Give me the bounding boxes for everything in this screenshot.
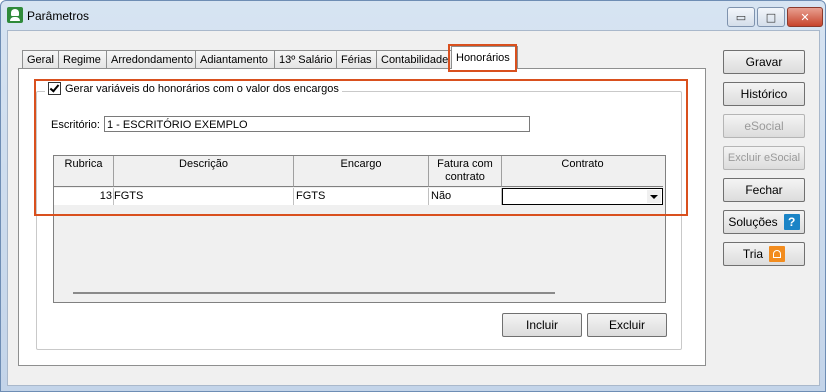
tab-adiantamento[interactable]: Adiantamento xyxy=(195,50,275,69)
horizontal-scrollbar[interactable] xyxy=(73,292,555,294)
maximize-icon: □ xyxy=(765,10,777,24)
column-header-descricao[interactable]: Descrição xyxy=(114,156,294,187)
tria-icon xyxy=(769,246,786,262)
app-icon xyxy=(7,7,23,23)
window-title: Parâmetros xyxy=(27,9,90,23)
contrato-dropdown[interactable] xyxy=(502,188,663,205)
escritorio-field[interactable]: 1 - ESCRITÓRIO EXEMPLO xyxy=(104,116,530,132)
fechar-button[interactable]: Fechar xyxy=(723,178,805,202)
escritorio-label: Escritório: xyxy=(51,119,100,131)
incluir-button[interactable]: Incluir xyxy=(502,313,582,337)
column-header-encargo[interactable]: Encargo xyxy=(294,156,429,187)
tria-button[interactable]: Tria xyxy=(723,242,805,266)
column-header-fatura[interactable]: Fatura com contrato xyxy=(429,156,502,187)
gerar-variaveis-checkbox[interactable] xyxy=(48,82,61,95)
cell-descricao[interactable]: FGTS xyxy=(114,188,294,205)
encargos-grid[interactable]: Rubrica Descrição Encargo Fatura com con… xyxy=(53,155,666,303)
excluir-esocial-button[interactable]: Excluir eSocial xyxy=(723,146,805,170)
excluir-button[interactable]: Excluir xyxy=(587,313,667,337)
gravar-button[interactable]: Gravar xyxy=(723,50,805,74)
cell-fatura[interactable]: Não xyxy=(429,188,502,205)
cell-encargo[interactable]: FGTS xyxy=(294,188,429,205)
column-header-contrato[interactable]: Contrato xyxy=(502,156,663,187)
maximize-button[interactable]: □ xyxy=(757,7,785,27)
close-button[interactable]: ✕ xyxy=(787,7,823,27)
solucoes-label: Soluções xyxy=(728,215,778,229)
minimize-button[interactable]: ▭ xyxy=(727,7,755,27)
help-icon: ? xyxy=(783,214,800,230)
close-icon: ✕ xyxy=(800,10,810,24)
title-bar[interactable]: Parâmetros ▭ □ ✕ xyxy=(1,1,825,31)
minimize-icon: ▭ xyxy=(735,10,747,24)
cell-rubrica[interactable]: 13 xyxy=(54,188,114,205)
tab-ferias[interactable]: Férias xyxy=(336,50,377,69)
tab-regime[interactable]: Regime xyxy=(58,50,108,69)
gerar-variaveis-checkbox-row[interactable]: Gerar variáveis do honorários com o valo… xyxy=(45,82,342,95)
tab-contabilidade[interactable]: Contabilidade xyxy=(376,50,453,69)
column-header-rubrica[interactable]: Rubrica xyxy=(54,156,114,187)
tab-arredondamento[interactable]: Arredondamento xyxy=(106,50,196,69)
tria-label: Tria xyxy=(742,247,764,261)
esocial-button[interactable]: eSocial xyxy=(723,114,805,138)
solucoes-button[interactable]: Soluções ? xyxy=(723,210,805,234)
tab-geral[interactable]: Geral xyxy=(22,50,61,69)
gerar-variaveis-label: Gerar variáveis do honorários com o valo… xyxy=(65,82,339,95)
chevron-down-icon[interactable] xyxy=(647,190,661,203)
tab-13-salario[interactable]: 13º Salário xyxy=(274,50,339,69)
historico-button[interactable]: Histórico xyxy=(723,82,805,106)
tab-honorarios[interactable]: Honorários xyxy=(451,46,518,69)
